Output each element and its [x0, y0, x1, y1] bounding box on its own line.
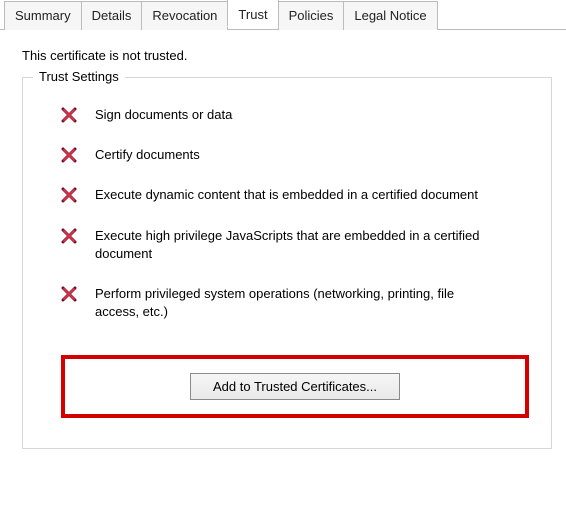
- setting-label: Execute dynamic content that is embedded…: [95, 186, 478, 204]
- tab-details[interactable]: Details: [81, 1, 143, 30]
- highlight-box: Add to Trusted Certificates...: [61, 355, 529, 418]
- tab-content: This certificate is not trusted. Trust S…: [0, 30, 566, 449]
- setting-row: Certify documents: [61, 146, 529, 164]
- tab-trust[interactable]: Trust: [227, 0, 278, 27]
- setting-row: Sign documents or data: [61, 106, 529, 124]
- trust-status-text: This certificate is not trusted.: [22, 48, 552, 63]
- tab-legal-notice[interactable]: Legal Notice: [343, 1, 437, 30]
- setting-label: Perform privileged system operations (ne…: [95, 285, 495, 321]
- tab-summary[interactable]: Summary: [4, 1, 82, 30]
- denied-icon: [61, 107, 77, 123]
- setting-row: Execute high privilege JavaScripts that …: [61, 227, 529, 263]
- denied-icon: [61, 147, 77, 163]
- setting-label: Execute high privilege JavaScripts that …: [95, 227, 495, 263]
- setting-row: Execute dynamic content that is embedded…: [61, 186, 529, 204]
- setting-label: Sign documents or data: [95, 106, 232, 124]
- add-to-trusted-button[interactable]: Add to Trusted Certificates...: [190, 373, 400, 400]
- group-label: Trust Settings: [33, 69, 125, 84]
- trust-settings-group: Trust Settings Sign documents or data Ce…: [22, 77, 552, 449]
- tab-policies[interactable]: Policies: [278, 1, 345, 30]
- setting-row: Perform privileged system operations (ne…: [61, 285, 529, 321]
- denied-icon: [61, 286, 77, 302]
- tab-revocation[interactable]: Revocation: [141, 1, 228, 30]
- denied-icon: [61, 228, 77, 244]
- tab-bar: Summary Details Revocation Trust Policie…: [0, 0, 566, 30]
- denied-icon: [61, 187, 77, 203]
- setting-label: Certify documents: [95, 146, 200, 164]
